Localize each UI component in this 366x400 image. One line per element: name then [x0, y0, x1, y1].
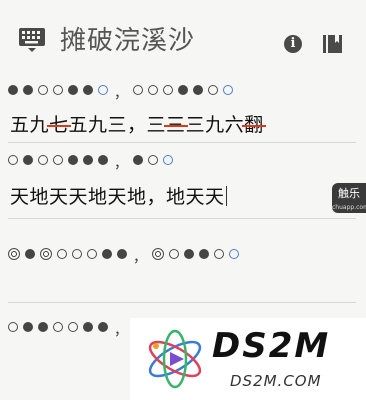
pattern-separator: ，: [114, 323, 128, 339]
divider: [8, 142, 356, 143]
filled-circle-icon: [184, 249, 194, 259]
verse-line-2[interactable]: 天地天天地天地，地天天: [10, 182, 228, 209]
filled-circle-icon: [23, 155, 33, 165]
filled-circle-icon: [193, 85, 203, 95]
chuapp-badge: 触乐 chuapp.com: [332, 183, 366, 213]
filled-circle-icon: [23, 85, 33, 95]
double-circle-icon: [40, 248, 52, 260]
filled-circle-icon: [133, 155, 143, 165]
text-cursor: [225, 186, 228, 206]
struck-character: 三: [166, 114, 186, 136]
filled-circle-icon: [25, 249, 35, 259]
divider: [8, 218, 356, 219]
keyboard-icon[interactable]: [18, 27, 46, 53]
badge-label: 触乐: [338, 187, 360, 200]
verse-line-1[interactable]: 五九七五九三，三三三九六翻: [10, 110, 264, 137]
rhyme-circle-icon: [229, 249, 239, 259]
filled-circle-icon: [23, 322, 33, 332]
double-circle-icon: [152, 248, 164, 260]
pattern-separator: ，: [114, 86, 128, 102]
filled-circle-icon: [83, 85, 93, 95]
verse-segment: 五九: [10, 114, 50, 136]
hollow-circle-icon: [169, 249, 179, 259]
hollow-circle-icon: [53, 85, 63, 95]
filled-circle-icon: [8, 85, 18, 95]
filled-circle-icon: [199, 249, 209, 259]
hollow-circle-icon: [133, 85, 143, 95]
watermark-brand: DS2M: [212, 326, 331, 366]
hollow-circle-icon: [208, 85, 218, 95]
tone-pattern-row-2: ，: [8, 150, 178, 172]
filled-circle-icon: [102, 249, 112, 259]
filled-circle-icon: [83, 322, 93, 332]
atom-logo-icon: [148, 329, 202, 389]
filled-circle-icon: [38, 322, 48, 332]
filled-circle-icon: [98, 155, 108, 165]
hollow-circle-icon: [87, 249, 97, 259]
filled-circle-icon: [83, 155, 93, 165]
info-icon[interactable]: i: [284, 35, 302, 53]
rhyme-circle-icon: [223, 85, 233, 95]
hollow-circle-icon: [38, 155, 48, 165]
hollow-circle-icon: [8, 155, 18, 165]
tone-pattern-row-3: ，: [8, 244, 244, 266]
filled-circle-icon: [117, 249, 127, 259]
hollow-circle-icon: [53, 155, 63, 165]
hollow-circle-icon: [163, 85, 173, 95]
struck-character: 七: [49, 114, 69, 136]
hollow-circle-icon: [68, 322, 78, 332]
hollow-circle-icon: [72, 249, 82, 259]
verse-segment: 五九三，三: [68, 114, 167, 136]
filled-circle-icon: [178, 85, 188, 95]
badge-sublabel: chuapp.com: [332, 204, 366, 211]
double-circle-icon: [8, 248, 20, 260]
hollow-circle-icon: [38, 85, 48, 95]
ds2m-watermark: DS2M DS2M.COM: [130, 318, 366, 400]
filled-circle-icon: [68, 85, 78, 95]
poem-title: 摊破浣溪沙: [60, 26, 196, 56]
bookmark-icon[interactable]: [322, 33, 344, 55]
verse-segment: 三九六: [185, 114, 245, 136]
hollow-circle-icon: [57, 249, 67, 259]
hollow-circle-icon: [53, 322, 63, 332]
filled-circle-icon: [68, 155, 78, 165]
hollow-circle-icon: [148, 155, 158, 165]
rhyme-circle-icon: [98, 85, 108, 95]
divider: [8, 302, 356, 303]
struck-character: 翻: [244, 114, 264, 136]
pattern-separator: ，: [114, 156, 128, 172]
app-header: 摊破浣溪沙 i: [0, 0, 366, 78]
hollow-circle-icon: [8, 322, 18, 332]
hollow-circle-icon: [148, 85, 158, 95]
watermark-domain: DS2M.COM: [230, 372, 322, 390]
rhyme-circle-icon: [163, 155, 173, 165]
verse-segment: 天地天天地天地，地天天: [10, 186, 225, 208]
pattern-separator: ，: [133, 250, 147, 266]
tone-pattern-row-1: ，: [8, 80, 238, 102]
filled-circle-icon: [98, 322, 108, 332]
hollow-circle-icon: [214, 249, 224, 259]
